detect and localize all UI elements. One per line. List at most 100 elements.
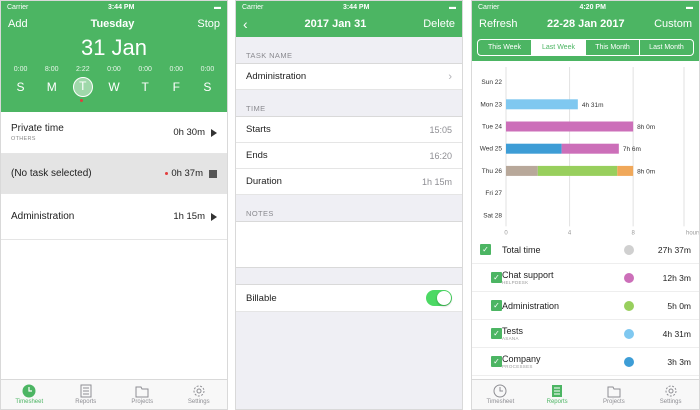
folder-icon [607,384,621,398]
play-icon[interactable] [211,212,217,221]
battery-icon: ▬ [685,3,693,11]
checkbox-icon[interactable]: ✓ [480,244,491,255]
starts-cell[interactable]: Starts 15:05 [236,117,462,143]
reports-screen: Carrier 4:20 PM ▬ Refresh 22-28 Jan 2017… [471,0,700,410]
segment-last-month[interactable]: Last Month [640,40,693,55]
reports-header: Carrier 4:20 PM ▬ Refresh 22-28 Jan 2017… [472,1,699,61]
day-3[interactable]: W [104,80,124,94]
hour-total: 0:00 [13,65,28,73]
billable-cell: Billable [236,284,462,312]
day-1[interactable]: M [42,80,62,94]
back-chevron-icon[interactable]: ‹ [243,16,248,32]
day-0[interactable]: S [11,80,31,94]
category-label: Fri 27 [485,190,502,197]
weekday-selector: SMTWTFS [1,75,227,99]
bar-total-label: 8h 0m [637,168,655,175]
legend-duration: 4h 31m [662,328,691,339]
task-row[interactable]: Private time OTHERS 0h 30m [1,112,227,154]
bar-segment-company [506,143,562,154]
legend-sub: ASANA [502,336,519,341]
legend-row[interactable]: ✓ Chat support HELPDESK 12h 3m [472,264,699,292]
legend-row[interactable]: ✓ Tests ASANA 4h 31m [472,320,699,348]
legend-row[interactable]: ✓ Administration 5h 0m [472,292,699,320]
tab-settings[interactable]: Settings [642,380,699,409]
duration-cell[interactable]: Duration 1h 15m [236,169,462,195]
time-header: TIME [236,90,462,117]
refresh-button[interactable]: Refresh [479,18,518,30]
legend-row[interactable]: ✓ Company PROCESSES 3h 3m [472,348,699,376]
task-row[interactable]: Administration 1h 15m [1,194,227,240]
billable-label: Billable [246,292,277,304]
carrier-label: Carrier [242,3,264,11]
hour-total: 0:00 [200,65,215,73]
tab-projects[interactable]: Projects [586,380,643,409]
segment-this-month[interactable]: This Month [586,40,640,55]
tab-bar: Timesheet Reports Projects Settings [1,379,227,409]
segment-this-week[interactable]: This Week [478,40,532,55]
status-bar: Carrier 3:44 PM ▬ [236,1,462,13]
battery-icon: ▬ [448,3,456,11]
chevron-right-icon: › [448,70,452,83]
ends-cell[interactable]: Ends 16:20 [236,143,462,169]
category-label: Thu 26 [482,168,503,175]
legend-duration: 27h 37m [657,244,691,255]
task-name: (No task selected) [11,168,92,179]
day-5[interactable]: F [166,80,186,94]
task-duration: 0h 37m [171,168,203,179]
segment-last-week[interactable]: Last Week [532,40,586,55]
running-dot [165,172,169,175]
day-2[interactable]: T [72,77,93,97]
day-6[interactable]: S [197,80,217,94]
legend-name: Tests [502,326,524,336]
hours-bar-chart: 0 4 8 hoursSun 22Mon 23 4h 31mTue 24 8h 0mWed… [480,67,699,236]
legend-row[interactable]: ✓ Total time 27h 37m [472,236,699,264]
checkbox-icon[interactable]: ✓ [491,272,502,283]
legend-name-block: Chat support HELPDESK [502,270,624,285]
tab-bar: Timesheet Reports Projects Settings [472,379,699,409]
range-title: 22-28 Jan 2017 [546,18,625,30]
add-button[interactable]: Add [8,18,28,30]
bar-total-label: 8h 0m [637,124,655,131]
tab-reports[interactable]: Reports [529,380,586,409]
legend-name: Total time [502,244,541,255]
date-display: 31 Jan [80,35,148,60]
category-label: Wed 25 [480,146,503,153]
carrier-label: Carrier [478,3,500,11]
tab-reports[interactable]: Reports [58,380,115,409]
color-dot [624,244,634,255]
custom-button[interactable]: Custom [654,18,692,30]
color-dot [624,328,634,339]
legend-name-block: Administration [502,301,624,311]
tab-projects[interactable]: Projects [114,380,171,409]
bar-total-label: 7h 6m [623,146,641,153]
legend-duration: 5h 0m [667,300,691,311]
task-row[interactable]: (No task selected) 0h 37m [1,154,227,194]
bar-segment-chat-support [506,121,634,132]
play-icon[interactable] [211,128,217,137]
tab-label: Settings [187,399,210,405]
day-4[interactable]: T [135,80,155,94]
status-bar: Carrier 4:20 PM ▬ [472,1,699,13]
tab-settings[interactable]: Settings [171,380,228,409]
task-duration: 1h 15m [173,211,205,222]
checkbox-icon[interactable]: ✓ [491,356,502,367]
legend-name: Company [502,354,541,364]
delete-button[interactable]: Delete [423,18,455,30]
stop-icon[interactable] [209,169,217,178]
bar-total-label: 4h 31m [582,102,604,109]
tab-timesheet[interactable]: Timesheet [472,380,529,409]
checkbox-icon[interactable]: ✓ [491,328,502,339]
timesheet-list: Private time OTHERS 0h 30m (No task selecte… [1,112,227,240]
notes-field[interactable] [236,222,462,268]
task-name-header: TASK NAME [236,37,462,64]
notes-header: NOTES [236,195,462,222]
billable-toggle[interactable] [426,290,452,306]
stop-button[interactable]: Stop [197,18,220,30]
task-name-cell[interactable]: Administration › [236,64,462,90]
tab-label: Timesheet [15,399,44,405]
task-name: Administration [11,211,75,222]
tab-timesheet[interactable]: Timesheet [1,380,58,409]
timesheet-screen: Carrier 3:44 PM ▬ Add Tuesday Stop 31 Ja… [0,0,228,410]
checkbox-icon[interactable]: ✓ [491,300,502,311]
bar-segment-other-2 [617,165,634,176]
